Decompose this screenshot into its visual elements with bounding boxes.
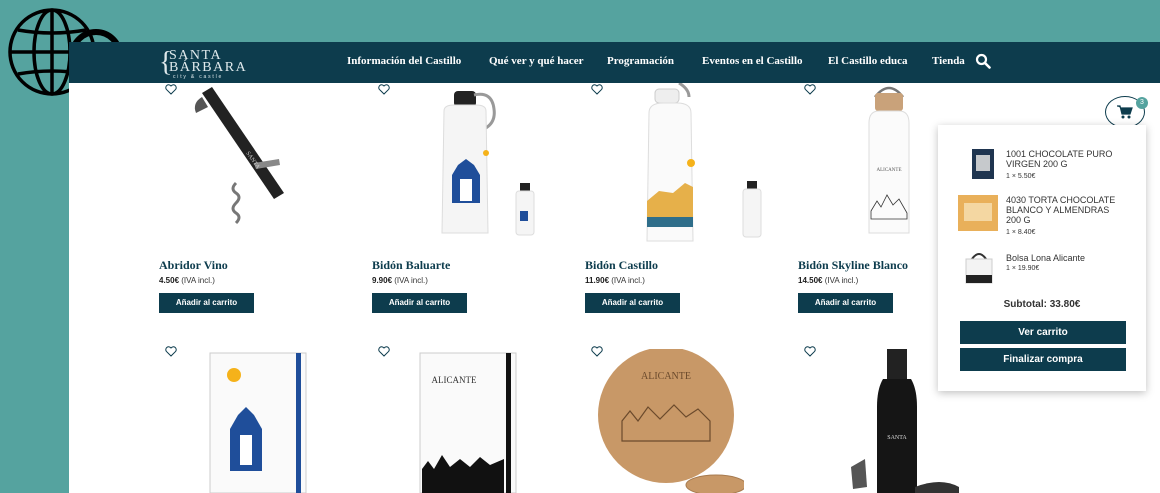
bidon-baluarte-image[interactable] <box>414 83 564 243</box>
mini-cart-item[interactable]: 4030 TORTA CHOCOLATE BLANCO Y ALMENDRAS … <box>938 193 1146 239</box>
product-price: 11.90€ (IVA incl.) <box>585 276 645 285</box>
nav-que-ver[interactable]: Qué ver y qué hacer <box>489 55 584 67</box>
chocolate-thumbnail <box>972 149 994 179</box>
nav-programacion[interactable]: Programación <box>607 55 674 67</box>
add-to-cart-button[interactable]: Añadir al carrito <box>798 293 893 313</box>
bolsa-thumbnail <box>965 253 993 284</box>
wishlist-heart-icon[interactable] <box>378 346 390 357</box>
wishlist-heart-icon[interactable] <box>804 84 816 95</box>
notebook-baluarte-image[interactable] <box>204 351 314 493</box>
product-price: 9.90€ (IVA incl.) <box>372 276 428 285</box>
wishlist-heart-icon[interactable] <box>378 84 390 95</box>
coaster-label: ALICANTE <box>641 371 691 382</box>
mini-cart-subtotal: Subtotal: 33.80€ <box>1003 299 1081 310</box>
add-to-cart-button[interactable]: Añadir al carrito <box>159 293 254 313</box>
wishlist-heart-icon[interactable] <box>591 84 603 95</box>
mini-cart-item[interactable]: 1001 CHOCOLATE PURO VIRGEN 200 G 1 × 5.5… <box>938 147 1146 193</box>
add-to-cart-button[interactable]: Añadir al carrito <box>372 293 467 313</box>
product-name[interactable]: Bidón Castillo <box>585 258 658 273</box>
nav-castillo-educa[interactable]: El Castillo educa <box>828 55 907 67</box>
mini-cart-item-qty: 1 × 8.40€ <box>1006 229 1036 236</box>
wine-opener-image[interactable]: SANTA <box>184 83 304 233</box>
wishlist-heart-icon[interactable] <box>165 346 177 357</box>
svg-text:SANTA: SANTA <box>887 435 907 441</box>
wishlist-heart-icon[interactable] <box>804 346 816 357</box>
mini-cart-item-qty: 1 × 5.50€ <box>1006 173 1036 180</box>
checkout-button[interactable]: Finalizar compra <box>960 348 1126 371</box>
nav-informacion-castillo[interactable]: Información del Castillo <box>347 55 461 67</box>
notebook-skyline-image[interactable]: ALICANTE <box>414 351 524 493</box>
mini-cart-item-name[interactable]: 4030 TORTA CHOCOLATE BLANCO Y ALMENDRAS … <box>1006 195 1124 225</box>
svg-text:ALICANTE: ALICANTE <box>877 168 902 173</box>
wishlist-heart-icon[interactable] <box>165 84 177 95</box>
mini-cart-item-name[interactable]: 1001 CHOCOLATE PURO VIRGEN 200 G <box>1006 149 1124 169</box>
mini-cart-item-qty: 1 × 19.90€ <box>1006 265 1040 272</box>
cart-count-badge: 3 <box>1136 97 1148 109</box>
add-to-cart-button[interactable]: Añadir al carrito <box>585 293 680 313</box>
cart-toggle[interactable]: 3 <box>1105 96 1148 128</box>
logo-tagline: city & castle <box>173 74 224 80</box>
nav-eventos[interactable]: Eventos en el Castillo <box>702 55 803 67</box>
torta-thumbnail <box>958 195 998 231</box>
product-name[interactable]: Bidón Baluarte <box>372 258 450 273</box>
view-cart-button[interactable]: Ver carrito <box>960 321 1126 344</box>
product-price: 4.50€ (IVA incl.) <box>159 276 215 285</box>
top-navbar: { SANTA BÁRBARA city & castle Informació… <box>69 42 1160 83</box>
mini-cart-item-name[interactable]: Bolsa Lona Alicante <box>1006 253 1124 263</box>
nav-tienda[interactable]: Tienda <box>932 55 965 67</box>
mini-cart-panel: 1001 CHOCOLATE PURO VIRGEN 200 G 1 × 5.5… <box>938 125 1146 391</box>
shop-content: SANTA ALICANTE Abridor Vino 4.50€ (IVA i… <box>69 83 1160 493</box>
notebook-label: ALICANTE <box>432 375 477 385</box>
product-name[interactable]: Abridor Vino <box>159 258 228 273</box>
santa-barbara-logo[interactable]: { SANTA BÁRBARA city & castle <box>159 46 249 81</box>
product-price: 14.50€ (IVA incl.) <box>798 276 859 285</box>
logo-line-2: BÁRBARA <box>169 60 248 75</box>
cart-icon <box>1117 105 1133 119</box>
cork-coaster-image[interactable]: ALICANTE <box>594 349 744 493</box>
bidon-skyline-image[interactable]: ALICANTE <box>859 83 919 243</box>
product-name[interactable]: Bidón Skyline Blanco <box>798 258 908 273</box>
bidon-castillo-image[interactable] <box>629 83 779 243</box>
search-icon[interactable] <box>975 53 991 69</box>
mini-cart-item[interactable]: Bolsa Lona Alicante 1 × 19.90€ <box>938 251 1146 297</box>
